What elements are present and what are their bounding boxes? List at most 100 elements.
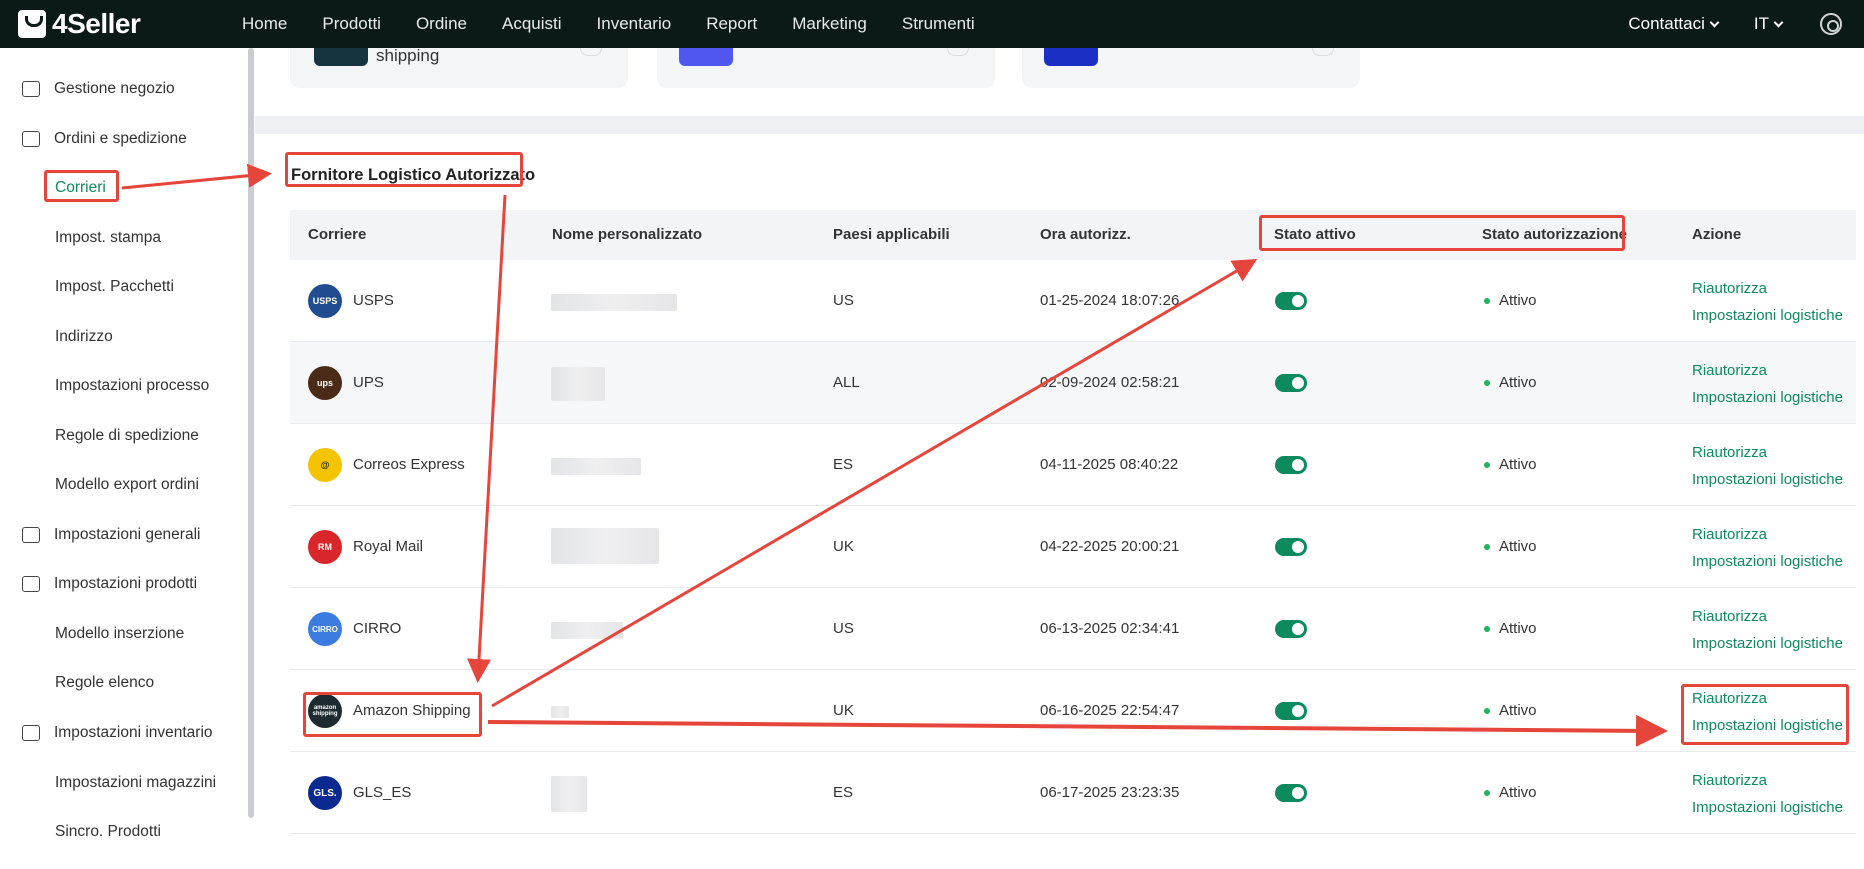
active-toggle[interactable] bbox=[1275, 374, 1307, 392]
reauthorize-link[interactable]: Riautorizza bbox=[1692, 280, 1767, 297]
sidebar-item-impost-stampa[interactable]: Impost. stampa bbox=[55, 225, 161, 251]
bag-icon bbox=[18, 10, 46, 38]
card-radio bbox=[947, 48, 969, 56]
nav-report[interactable]: Report bbox=[706, 14, 757, 34]
sidebar-item-modello-export-ordini[interactable]: Modello export ordini bbox=[55, 472, 199, 498]
status-label: Attivo bbox=[1499, 292, 1537, 309]
auth-time: 04-11-2025 08:40:22 bbox=[1040, 456, 1179, 473]
reauthorize-link[interactable]: Riautorizza bbox=[1692, 772, 1767, 789]
royal-mail-logo-icon: RM bbox=[308, 530, 342, 564]
sidebar-item-impostazioni-magazzini[interactable]: Impostazioni magazzini bbox=[55, 770, 216, 796]
carrier-name: Royal Mail bbox=[353, 538, 424, 555]
sidebar-item-label: Modello inserzione bbox=[55, 625, 185, 642]
annotation-box-status-columns bbox=[1259, 215, 1625, 251]
table-row: ups UPS ALL 02-09-2024 02:58:21 Attivo R… bbox=[290, 342, 1856, 424]
carrier-card[interactable] bbox=[657, 48, 995, 88]
nav-acquisti[interactable]: Acquisti bbox=[502, 14, 562, 34]
active-toggle[interactable] bbox=[1275, 702, 1307, 720]
carrier-name: GLS_ES bbox=[353, 784, 412, 801]
col-paesi: Paesi applicabili bbox=[833, 226, 950, 243]
status-dot-icon bbox=[1484, 379, 1490, 386]
sidebar-item-impost-pacchetti[interactable]: Impost. Pacchetti bbox=[55, 274, 174, 300]
auth-status: Attivo bbox=[1484, 784, 1537, 801]
logistics-settings-link[interactable]: Impostazioni logistiche bbox=[1692, 471, 1843, 488]
gear-icon[interactable] bbox=[1820, 13, 1842, 35]
sidebar-item-impostazioni-processo[interactable]: Impostazioni processo bbox=[55, 373, 209, 399]
sidebar-item-regole-elenco[interactable]: Regole elenco bbox=[55, 670, 154, 696]
logistics-settings-link[interactable]: Impostazioni logistiche bbox=[1692, 389, 1843, 406]
sidebar-item-label: Indirizzo bbox=[55, 328, 113, 345]
sidebar-item-ordini-spedizione[interactable]: Ordini e spedizione bbox=[22, 126, 187, 152]
reauthorize-link[interactable]: Riautorizza bbox=[1692, 526, 1767, 543]
logistics-settings-link[interactable]: Impostazioni logistiche bbox=[1692, 799, 1843, 816]
status-label: Attivo bbox=[1499, 702, 1537, 719]
country: ALL bbox=[833, 374, 860, 391]
sidebar-item-regole-spedizione[interactable]: Regole di spedizione bbox=[55, 423, 199, 449]
sidebar-item-label: Regole di spedizione bbox=[55, 427, 199, 444]
reauthorize-link[interactable]: Riautorizza bbox=[1692, 608, 1767, 625]
table-row: GLS. GLS_ES ES 06-17-2025 23:23:35 Attiv… bbox=[290, 752, 1856, 834]
nav-home[interactable]: Home bbox=[242, 14, 287, 34]
inventory-icon bbox=[22, 725, 40, 741]
carrier-name: USPS bbox=[353, 292, 394, 309]
table-row: @ Correos Express ES 04-11-2025 08:40:22… bbox=[290, 424, 1856, 506]
auth-status: Attivo bbox=[1484, 456, 1537, 473]
nav-strumenti[interactable]: Strumenti bbox=[902, 14, 975, 34]
nav-prodotti[interactable]: Prodotti bbox=[322, 14, 381, 34]
annotation-box-section-title bbox=[285, 152, 523, 187]
table-row: amazon shipping Amazon Shipping UK 06-16… bbox=[290, 670, 1856, 752]
table-row: USPS USPS US 01-25-2024 18:07:26 Attivo … bbox=[290, 260, 1856, 342]
sidebar-item-label: Impost. stampa bbox=[55, 229, 161, 246]
nav-inventario[interactable]: Inventario bbox=[597, 14, 672, 34]
redacted-name bbox=[551, 622, 623, 639]
active-toggle[interactable] bbox=[1275, 784, 1307, 802]
auth-status: Attivo bbox=[1484, 292, 1537, 309]
annotation-box-actions bbox=[1681, 684, 1849, 745]
carrier-card[interactable]: shipping bbox=[290, 46, 628, 88]
active-toggle[interactable] bbox=[1275, 538, 1307, 556]
auth-time: 06-16-2025 22:54:47 bbox=[1040, 702, 1180, 719]
sidebar-item-label: Sincro. Prodotti bbox=[55, 823, 161, 840]
active-toggle[interactable] bbox=[1275, 620, 1307, 638]
redacted-name bbox=[551, 458, 641, 475]
country: UK bbox=[833, 538, 854, 555]
sidebar-item-label: Impostazioni generali bbox=[54, 526, 201, 543]
sidebar-item-modello-inserzione[interactable]: Modello inserzione bbox=[55, 621, 184, 647]
reauthorize-link[interactable]: Riautorizza bbox=[1692, 362, 1767, 379]
sidebar-item-impostazioni-prodotti[interactable]: Impostazioni prodotti bbox=[22, 571, 197, 597]
sidebar-item-impostazioni-generali[interactable]: Impostazioni generali bbox=[22, 522, 200, 548]
language-label: IT bbox=[1753, 14, 1769, 33]
logistics-settings-link[interactable]: Impostazioni logistiche bbox=[1692, 635, 1843, 652]
main-nav: Home Prodotti Ordine Acquisti Inventario… bbox=[242, 14, 1010, 34]
sidebar-item-indirizzo[interactable]: Indirizzo bbox=[55, 324, 113, 350]
cirro-logo-icon: CIRRO bbox=[308, 612, 342, 646]
logistics-settings-link[interactable]: Impostazioni logistiche bbox=[1692, 553, 1843, 570]
status-dot-icon bbox=[1484, 707, 1490, 714]
sidebar-item-label: Impostazioni processo bbox=[55, 377, 210, 394]
sidebar-item-gestione-negozio[interactable]: Gestione negozio bbox=[22, 76, 175, 102]
status-label: Attivo bbox=[1499, 784, 1537, 801]
reauthorize-link[interactable]: Riautorizza bbox=[1692, 444, 1767, 461]
settings-icon bbox=[22, 527, 40, 543]
carrier-card-logo bbox=[314, 48, 368, 66]
sidebar-scrollbar[interactable] bbox=[248, 48, 254, 818]
redacted-name bbox=[551, 367, 605, 401]
auth-status: Attivo bbox=[1484, 538, 1537, 555]
sidebar-item-sincro-prodotti[interactable]: Sincro. Prodotti bbox=[55, 819, 161, 845]
brand-logo[interactable]: 4Seller bbox=[18, 8, 218, 40]
logo-text: ups bbox=[316, 378, 333, 388]
carrier-card[interactable] bbox=[1022, 48, 1360, 88]
active-toggle[interactable] bbox=[1275, 456, 1307, 474]
col-nome-personalizzato: Nome personalizzato bbox=[552, 226, 703, 243]
col-ora: Ora autorizz. bbox=[1040, 226, 1131, 243]
logistics-settings-link[interactable]: Impostazioni logistiche bbox=[1692, 307, 1843, 324]
ups-logo-icon: ups bbox=[308, 366, 342, 400]
nav-ordine[interactable]: Ordine bbox=[416, 14, 467, 34]
sidebar-item-impostazioni-inventario[interactable]: Impostazioni inventario bbox=[22, 720, 213, 746]
logo-text: GLS. bbox=[313, 787, 337, 799]
carrier-name: UPS bbox=[353, 374, 384, 391]
language-dropdown[interactable]: IT bbox=[1753, 14, 1784, 34]
nav-marketing[interactable]: Marketing bbox=[792, 14, 867, 34]
active-toggle[interactable] bbox=[1275, 292, 1307, 310]
contact-dropdown[interactable]: Contattaci bbox=[1628, 14, 1720, 34]
